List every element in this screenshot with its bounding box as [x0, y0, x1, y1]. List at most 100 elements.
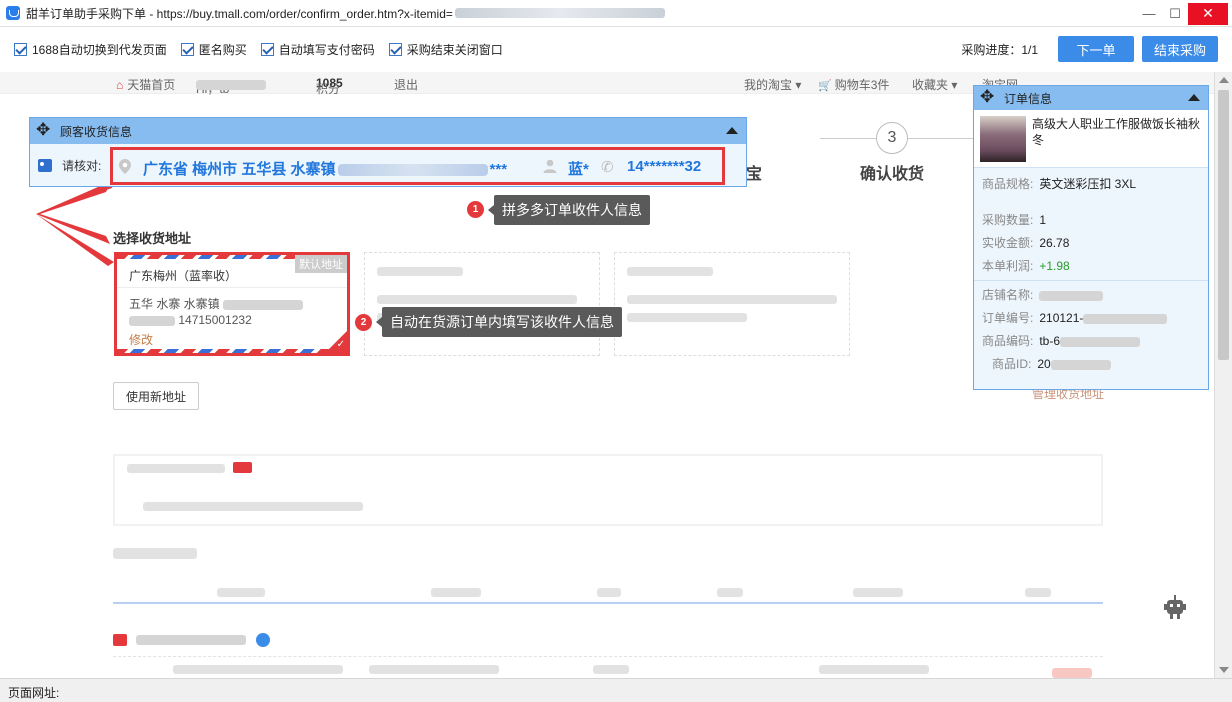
option-auto-password[interactable]: 自动填写支付密码 [260, 41, 375, 58]
product-title: 高级大人职业工作服做饭长袖秋冬 [1032, 117, 1201, 147]
address-card-line1: 五华 水寨 水寨镇 [129, 295, 304, 312]
order-panel-header[interactable]: 订单信息 [974, 86, 1208, 110]
option-close-window[interactable]: 采购结束关闭窗口 [388, 41, 503, 58]
checkbox-checked-icon[interactable] [14, 43, 27, 56]
favorites-menu[interactable]: 收藏夹 ▾ [912, 76, 957, 93]
toolbar: 1688自动切换到代发页面 匿名购买 自动填写支付密码 采购结束关闭窗口 采购进… [0, 27, 1232, 72]
step-connector [820, 138, 876, 139]
address-redacted [223, 299, 304, 310]
move-icon[interactable] [980, 87, 996, 107]
redacted-text [819, 665, 929, 674]
item-code-redacted [1060, 336, 1141, 347]
move-icon[interactable] [36, 120, 52, 140]
window-title: 甜羊订单助手采购下单 - https://buy.tmall.com/order… [26, 6, 453, 21]
envelope-stripe [117, 349, 347, 353]
spec-row: 商品规格: 英文迷彩压扣 3XL [982, 177, 1137, 191]
window-controls: — ☐ ✕ [1136, 0, 1228, 27]
verified-icon [255, 632, 270, 647]
step-2-label-partial: 宝 [746, 166, 763, 183]
customer-receiver: 蓝* [568, 161, 589, 178]
end-purchase-button[interactable]: 结束采购 [1142, 36, 1218, 62]
maximize-button[interactable]: ☐ [1162, 3, 1188, 25]
step-3-circle: 3 [876, 122, 908, 154]
option-1688-switch[interactable]: 1688自动切换到代发页面 [14, 41, 167, 58]
product-thumbnail[interactable] [980, 116, 1026, 162]
shop-row [113, 632, 413, 650]
redacted-text [717, 588, 743, 597]
minimize-button[interactable]: — [1136, 3, 1162, 25]
redacted-text [853, 588, 903, 597]
window-title-redacted [454, 8, 665, 18]
tmall-home-link[interactable]: 天猫首页 [116, 76, 175, 93]
address-redacted [337, 164, 488, 177]
default-address-tag: 默认地址 [295, 255, 347, 273]
username-redacted [196, 80, 266, 90]
callout-2-number: 2 [355, 314, 372, 331]
paid-row: 实收金额: 26.78 [982, 236, 1070, 250]
next-order-button[interactable]: 下一单 [1058, 36, 1134, 62]
redacted-price [1052, 668, 1092, 678]
redacted-text [431, 588, 481, 597]
option-anonymous[interactable]: 匿名购买 [180, 41, 247, 58]
my-taobao-menu[interactable]: 我的淘宝 ▾ [744, 76, 801, 93]
callout-1-number: 1 [467, 201, 484, 218]
customer-panel-body: 请核对: 广东省 梅州市 五华县 水寨镇 *** 蓝* ✆ 14*******32 [30, 144, 746, 186]
order-item-row [113, 656, 1103, 678]
divider [974, 280, 1208, 281]
checkbox-checked-icon[interactable] [260, 43, 274, 56]
redacted-text [217, 588, 265, 597]
step-3-label: 确认收货 [860, 166, 925, 183]
redacted-text [597, 588, 621, 597]
redacted-text [1025, 588, 1051, 597]
customer-info-panel: 顾客收货信息 请核对: 广东省 梅州市 五华县 水寨镇*** 蓝* ✆ 14**… [29, 117, 747, 187]
use-new-address-button[interactable]: 使用新地址 [113, 382, 199, 410]
vertical-scrollbar[interactable] [1214, 72, 1232, 678]
logout-link[interactable]: 退出 [394, 76, 418, 93]
qty-row: 采购数量: 1 [982, 213, 1047, 227]
checkbox-checked-icon[interactable] [388, 43, 402, 56]
item-id-redacted [1050, 359, 1111, 370]
collapse-icon[interactable] [1188, 94, 1200, 101]
scroll-thumb[interactable] [1218, 90, 1229, 360]
phone-icon: ✆ [601, 159, 614, 176]
customer-phone: 14*******32 [627, 158, 702, 175]
purchase-progress: 采购进度：1/1 [961, 43, 1038, 57]
customer-panel-header[interactable]: 顾客收货信息 [30, 118, 746, 144]
insurance-badge [233, 462, 253, 473]
redacted-text [377, 267, 463, 276]
collapse-icon[interactable] [726, 127, 738, 134]
cart-link[interactable]: 购物车3件 [818, 76, 890, 93]
redacted-text [369, 665, 499, 674]
shipping-insurance-box [113, 454, 1103, 526]
status-bar: 页面网址: [0, 678, 1232, 702]
shop-name-redacted [1039, 290, 1104, 301]
address-section-title: 选择收货地址 [113, 231, 192, 246]
redacted-text [127, 464, 225, 473]
page-url-label: 页面网址: [8, 686, 60, 700]
id-card-icon [38, 158, 52, 172]
product-row[interactable]: 高级大人职业工作服做饭长袖秋冬 [974, 110, 1208, 168]
checkbox-checked-icon[interactable] [180, 43, 194, 56]
scroll-up-icon[interactable] [1219, 77, 1229, 83]
order-no-row: 订单编号: 210121- [982, 309, 1168, 326]
edit-address-link[interactable]: 修改 [129, 331, 153, 348]
profit-row: 本单利润: +1.98 [982, 259, 1070, 273]
redacted-text [377, 295, 577, 304]
scroll-down-icon[interactable] [1219, 667, 1229, 673]
divider [117, 287, 347, 288]
location-pin-icon [119, 159, 131, 174]
close-button[interactable]: ✕ [1188, 2, 1228, 25]
order-info-panel: 订单信息 高级大人职业工作服做饭长袖秋冬 商品规格:英文迷彩压扣 3XL 采购数… [973, 85, 1209, 390]
order-table-header [113, 580, 1103, 604]
person-icon [543, 159, 557, 173]
selected-check-icon [325, 331, 347, 353]
address-card-selected[interactable]: 默认地址 广东梅州（蓝率收） 五华 水寨 水寨镇 14715001232 修改 [114, 252, 350, 356]
item-code-row: 商品编码: tb-6 [982, 332, 1141, 349]
address-card[interactable] [364, 252, 600, 356]
address-card-name: 广东梅州（蓝率收） [129, 269, 238, 283]
app-logo-icon [6, 6, 20, 20]
customer-address: 广东省 梅州市 五华县 水寨镇 *** [143, 161, 508, 178]
redacted-text [627, 295, 837, 304]
robot-assistant-icon[interactable] [1162, 592, 1188, 620]
address-card[interactable] [614, 252, 850, 356]
